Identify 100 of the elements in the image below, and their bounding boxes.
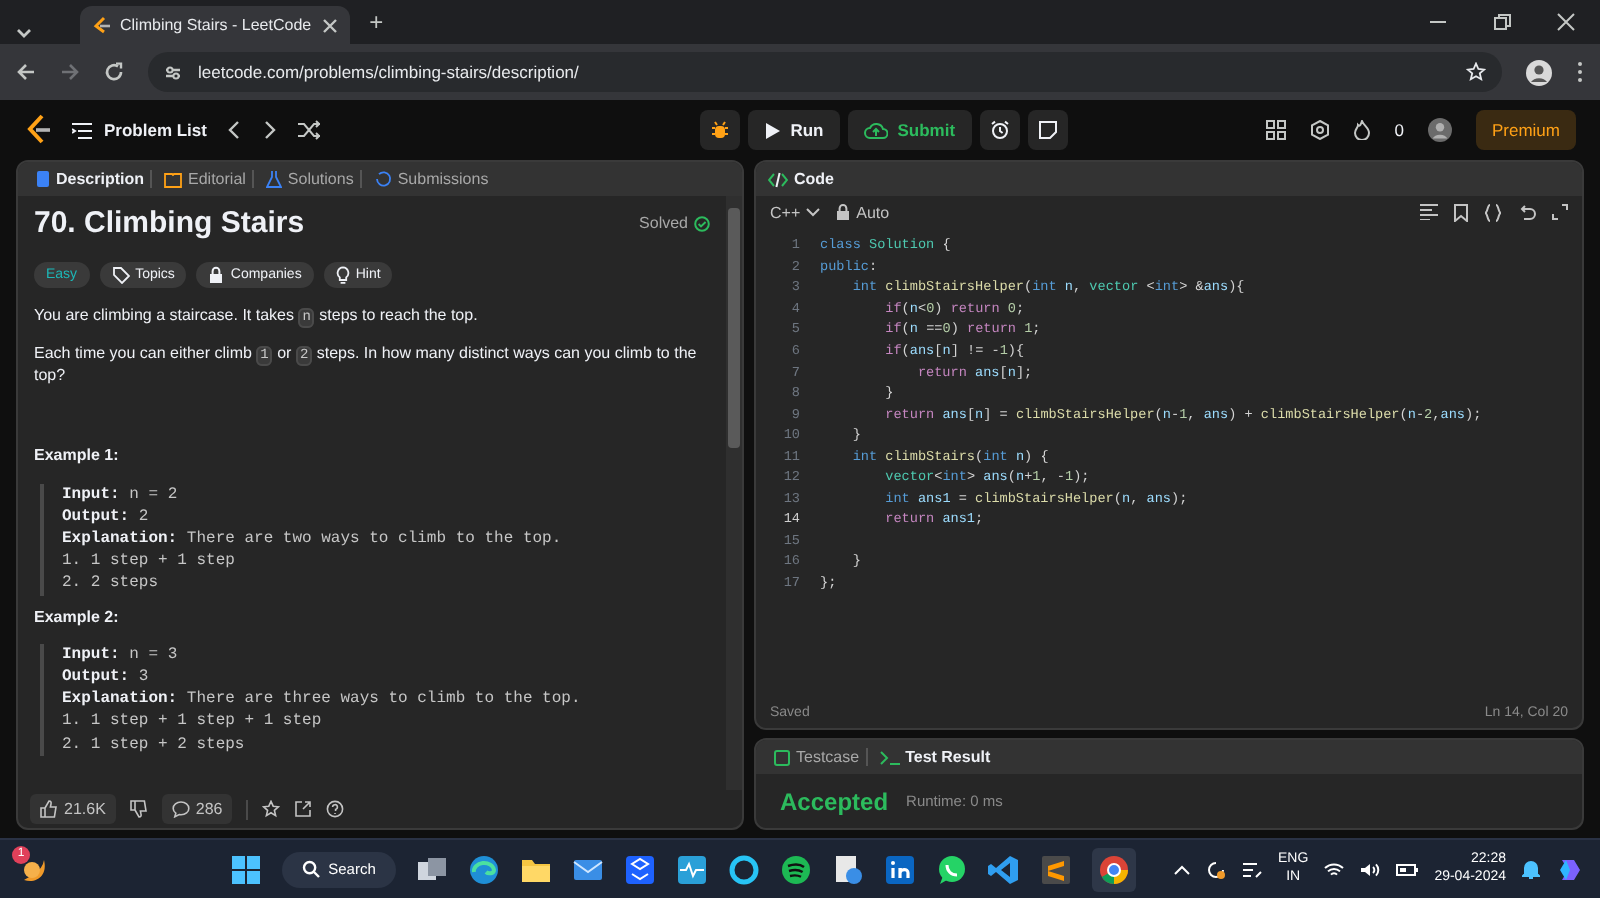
next-icon[interactable] [262,120,279,140]
code-icon [768,171,788,187]
search-icon [302,860,321,878]
debug-button[interactable] [700,110,741,150]
leetcode-logo-icon[interactable] [24,114,52,146]
alarm-clock-icon [989,120,1010,140]
play-icon [764,121,781,139]
bug-icon [710,120,731,140]
copilot-icon[interactable] [1556,855,1584,883]
star-icon[interactable] [262,800,281,818]
autocomplete-mode-button[interactable]: Auto [836,203,890,221]
user-avatar-icon[interactable] [1427,118,1452,142]
run-button[interactable]: Run [748,110,840,150]
ring-icon[interactable] [727,853,760,885]
expand-icon[interactable] [1552,204,1568,220]
premium-button[interactable]: Premium [1475,110,1576,150]
panel-tab[interactable]: Testcase [768,748,868,766]
lightbulb-icon [335,265,350,284]
sublime-icon[interactable] [1039,853,1072,885]
chevron-down-icon [806,207,821,217]
example-step: 2. 1 step + 2 steps [62,733,245,756]
site-logo-icon [92,16,110,34]
panel-tab[interactable]: Solutions [259,170,362,188]
tab-title: Climbing Stairs - LeetCode [120,16,312,34]
pen-menu-icon[interactable] [1242,859,1263,879]
restore-icon[interactable] [1492,12,1512,32]
close-icon[interactable] [1556,12,1576,32]
braces-icon[interactable] [1484,203,1502,221]
volume-icon[interactable] [1360,861,1381,877]
browser-icon[interactable] [467,853,500,885]
wifi-icon[interactable] [1324,861,1345,877]
panel-tab[interactable]: Test Result [873,748,997,766]
chrome-icon[interactable] [1097,853,1130,885]
music-app-icon[interactable] [779,853,812,885]
new-tab-button[interactable]: + [361,8,392,36]
example-heading: Example 1: [34,446,119,468]
panel-tab[interactable]: Editorial [158,170,254,188]
close-icon[interactable] [321,17,338,33]
thumbs-up-icon [40,800,58,818]
lock-icon [836,204,851,220]
result-verdict: Accepted [780,787,889,815]
timer-button[interactable] [979,110,1020,150]
example-step: 1. 1 step + 1 step + 1 step [62,710,322,734]
example-line: Explanation: There are three ways to climb to the top. [62,688,581,711]
undo-icon[interactable] [1518,203,1536,221]
notes-button[interactable] [1027,110,1068,150]
task-view-icon[interactable] [415,853,448,885]
panel-tab[interactable]: Submissions [367,170,495,188]
document-app-icon[interactable] [831,853,864,885]
like-button[interactable]: 21.6K [30,794,116,824]
flame-icon[interactable] [1354,120,1371,140]
url-text: leetcode.com/problems/climbing-stairs/description/ [198,62,581,82]
comments-button[interactable]: 286 [161,794,233,824]
profile-avatar-icon[interactable] [1526,59,1552,85]
chat-app-icon[interactable] [935,853,968,885]
chevron-up-icon[interactable] [1174,863,1191,875]
example-line: Input: n = 2 [62,483,178,506]
forward-icon[interactable] [60,62,80,82]
example-line: Output: 3 [62,666,149,689]
note-icon [1037,120,1058,140]
example-heading: Example 2: [34,607,119,628]
lock-icon [208,265,225,284]
settings-icon[interactable] [1310,120,1331,140]
example-line: Explanation: There are two ways to climb to the top. [62,527,562,551]
waveform-icon[interactable] [675,853,708,885]
browser-tab[interactable]: Climbing Stairs - LeetCode [80,6,350,44]
panel-tab[interactable]: Description [30,170,153,188]
problem-list-button[interactable]: Problem List [72,120,207,140]
example-line: Output: 2 [62,505,149,528]
language-dropdown[interactable]: C++ [770,203,821,221]
address-bar[interactable]: leetcode.com/problems/climbing-stairs/description/ [148,52,1502,92]
help-icon[interactable] [326,800,345,818]
history-icon [373,170,392,188]
shuffle-icon[interactable] [298,120,321,140]
share-icon[interactable] [294,800,313,818]
layout-grid-icon[interactable] [1266,120,1287,140]
submit-button[interactable]: Submit [847,110,972,150]
example-step: 1. 1 step + 1 step [62,550,235,573]
previous-icon[interactable] [226,120,243,140]
linkedin-icon[interactable] [883,853,916,885]
flask-icon [265,170,282,188]
battery-icon[interactable] [1396,863,1419,875]
solved-status: Solved [639,213,688,234]
panel-title: Code [794,170,834,188]
code-editor-icon[interactable] [987,853,1020,885]
sync-icon[interactable] [1206,859,1227,879]
back-icon[interactable] [16,62,36,82]
book-icon [164,171,183,187]
site-info-icon[interactable] [164,63,182,81]
bookmark-icon[interactable] [1454,203,1468,221]
thumbs-down-icon[interactable] [129,800,148,818]
scrollbar[interactable] [726,196,742,790]
more-menu-icon[interactable] [1576,60,1584,84]
box-icon[interactable] [623,853,656,885]
start-icon[interactable] [230,853,263,885]
bell-icon[interactable] [1522,859,1540,879]
format-icon[interactable] [1420,204,1438,220]
document-icon [36,170,50,188]
check-circle-icon [694,215,710,232]
reload-icon[interactable] [104,62,124,82]
